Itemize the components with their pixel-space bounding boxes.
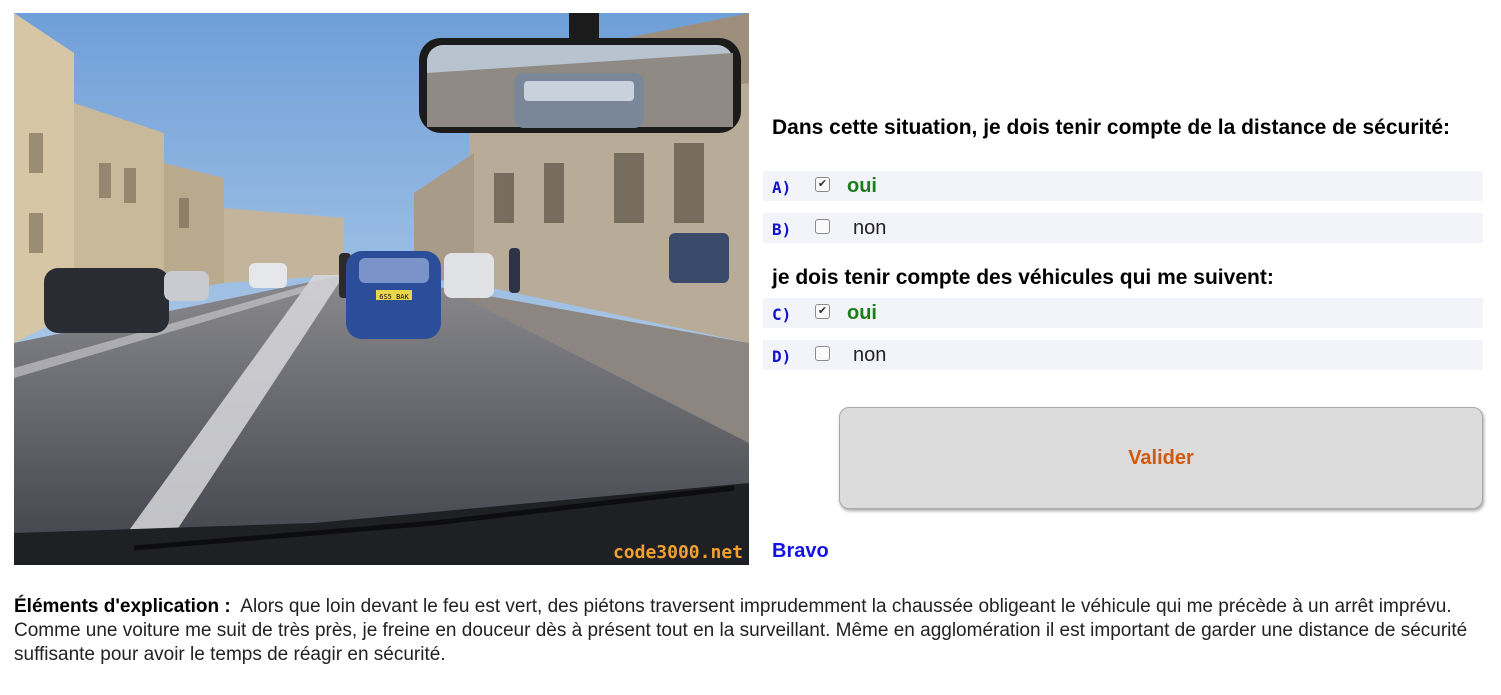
answer-letter: D): [772, 347, 792, 366]
answer-checkbox[interactable]: [815, 219, 830, 234]
answer-checkbox[interactable]: ✔: [815, 304, 830, 319]
explanation: Éléments d'explication : Alors que loin …: [14, 595, 1494, 667]
answer-b[interactable]: B) non: [763, 213, 1483, 243]
validate-button[interactable]: Valider: [839, 407, 1483, 509]
answer-text: non: [853, 217, 887, 239]
answer-text: non: [853, 344, 887, 366]
answer-d[interactable]: D) non: [763, 340, 1483, 370]
result-message: Bravo: [772, 540, 829, 562]
street-scene: 6S5 BAK: [14, 13, 749, 565]
situation-photo: 6S5 BAK code3000.net: [14, 13, 749, 565]
question-following-vehicles: je dois tenir compte des véhicules qui m…: [772, 266, 1274, 289]
explanation-text: Alors que loin devant le feu est vert, d…: [14, 596, 1468, 665]
answer-text: oui: [847, 175, 877, 197]
answer-c[interactable]: C) ✔ oui: [763, 298, 1483, 328]
question-distance: Dans cette situation, je dois tenir comp…: [772, 116, 1451, 139]
explanation-title: Éléments d'explication :: [14, 596, 231, 617]
license-plate: 6S5 BAK: [379, 293, 409, 301]
watermark: code3000.net: [612, 542, 743, 563]
answer-text: oui: [847, 302, 877, 324]
answer-letter: C): [772, 305, 792, 324]
answer-checkbox[interactable]: ✔: [815, 177, 830, 192]
answer-letter: A): [772, 178, 792, 197]
answer-a[interactable]: A) ✔ oui: [763, 171, 1483, 201]
answer-checkbox[interactable]: [815, 346, 830, 361]
answer-letter: B): [772, 220, 792, 239]
